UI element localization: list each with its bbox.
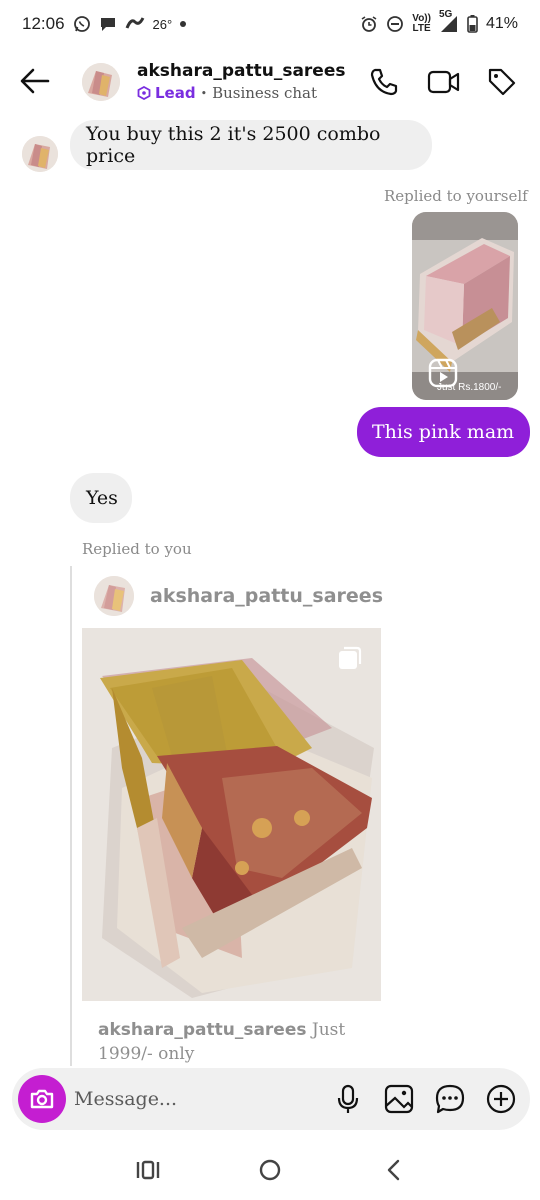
app-notification-icon: [125, 16, 145, 32]
alarm-icon: [360, 15, 378, 33]
chat-title[interactable]: akshara_pattu_sarees: [137, 61, 345, 81]
battery-percent: 41%: [485, 15, 518, 32]
post-author-avatar[interactable]: [94, 576, 134, 616]
whatsapp-icon: [73, 15, 91, 33]
nav-back-button[interactable]: [380, 1158, 408, 1182]
message-text: This pink mam: [372, 421, 515, 443]
replied-to-you-label: Replied to you: [82, 540, 192, 558]
saree-photo: [82, 628, 381, 1001]
tag-icon: [488, 68, 516, 96]
video-icon: [427, 70, 460, 94]
incoming-message-bubble[interactable]: Yes: [70, 473, 132, 523]
subtitle-separator: •: [200, 86, 208, 100]
message-input[interactable]: [74, 1085, 294, 1113]
quick-replies-button[interactable]: [435, 1083, 465, 1115]
label-button[interactable]: [486, 66, 518, 98]
business-chat-label: Business chat: [212, 84, 318, 102]
recents-icon: [136, 1160, 160, 1180]
chat-subtitle: Lead • Business chat: [137, 84, 317, 102]
message-text: You buy this 2 it's 2500 combo price: [86, 123, 381, 167]
post-author-name[interactable]: akshara_pattu_sarees: [150, 585, 383, 607]
lead-icon: [137, 86, 151, 100]
post-caption-author[interactable]: akshara_pattu_sarees: [98, 1020, 306, 1040]
nav-back-icon: [387, 1159, 400, 1181]
add-content-button[interactable]: [486, 1083, 516, 1115]
shared-post-image[interactable]: [82, 628, 381, 1001]
post-caption: akshara_pattu_sarees Just 1999/- only: [98, 1018, 358, 1066]
more-notifications-dot: [180, 21, 187, 27]
chat-header: akshara_pattu_sarees Lead • Business cha…: [0, 48, 540, 116]
voice-message-button[interactable]: [333, 1083, 363, 1115]
home-button[interactable]: [256, 1158, 284, 1182]
back-button[interactable]: [18, 66, 52, 96]
reply-indicator-bar: [70, 566, 72, 1066]
audio-call-button[interactable]: [368, 66, 400, 98]
signal-icon: 5G: [439, 10, 459, 34]
system-navigation-bar: [0, 1140, 540, 1200]
avatar[interactable]: [82, 63, 120, 101]
gallery-button[interactable]: [384, 1083, 414, 1115]
add-icon: [486, 1084, 516, 1114]
back-arrow-icon: [20, 68, 50, 94]
microphone-icon: [337, 1084, 359, 1113]
message-composer: [12, 1068, 530, 1130]
shared-reel-thumbnail[interactable]: Just Rs.1800/-: [412, 212, 518, 400]
message-text: Yes: [86, 487, 118, 509]
do-not-disturb-icon: [386, 15, 404, 33]
recents-button[interactable]: [134, 1158, 162, 1182]
video-call-button[interactable]: [427, 66, 460, 98]
status-time: 12:06: [22, 14, 65, 33]
camera-icon: [30, 1089, 54, 1109]
battery-icon: [467, 15, 478, 33]
lead-label[interactable]: Lead: [137, 84, 196, 102]
incoming-message-bubble[interactable]: You buy this 2 it's 2500 combo price: [70, 120, 432, 170]
carousel-icon: [337, 645, 363, 671]
chat-bubble-icon: [435, 1084, 465, 1114]
gallery-icon: [384, 1084, 414, 1114]
volte-icon: Vo)) LTE: [412, 13, 431, 34]
message-notification-icon: [99, 16, 117, 32]
outgoing-message-bubble[interactable]: This pink mam: [357, 407, 530, 457]
weather-temperature: 26°: [152, 16, 173, 32]
home-icon: [259, 1159, 281, 1181]
reel-caption: Just Rs.1800/-: [437, 382, 502, 393]
replied-to-yourself-label: Replied to yourself: [384, 187, 528, 205]
status-bar: 12:06 26° Vo)) LTE 5G 41%: [0, 0, 540, 48]
phone-icon: [370, 68, 398, 96]
camera-button[interactable]: [18, 1075, 66, 1123]
sender-avatar[interactable]: [22, 136, 58, 172]
